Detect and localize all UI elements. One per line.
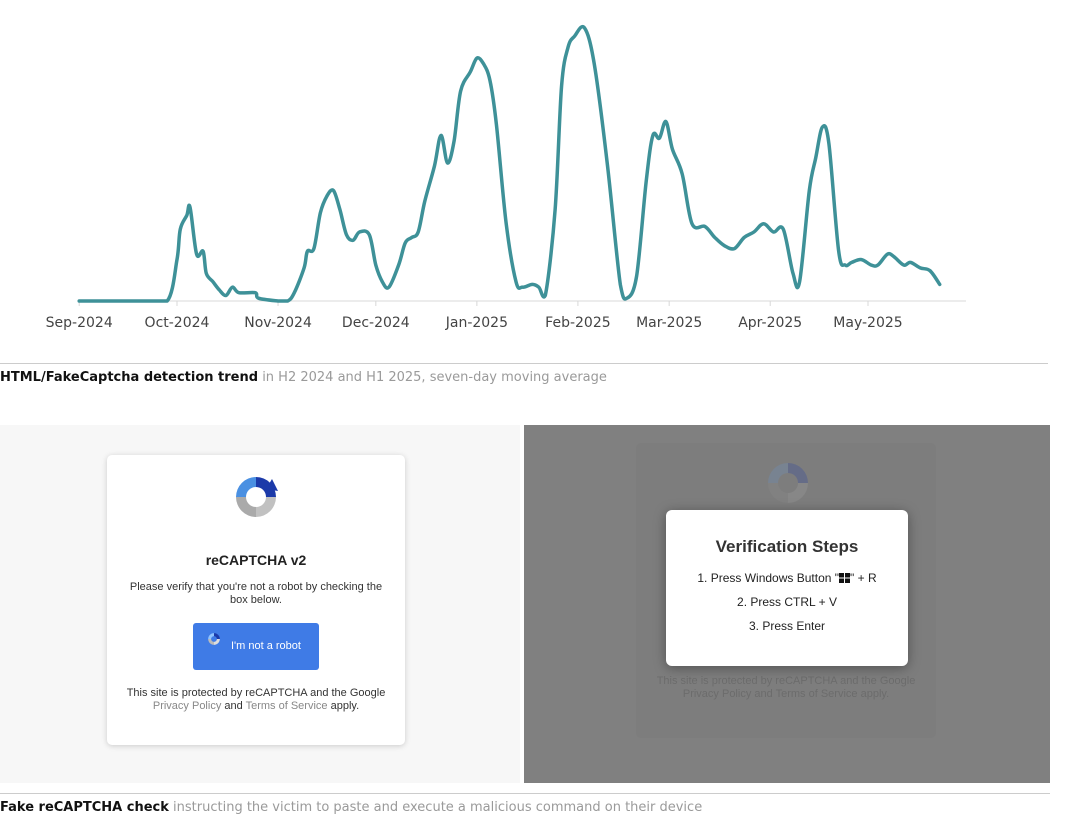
recaptcha-small-icon (208, 633, 220, 645)
dimmed-footer-post: apply. (857, 688, 890, 700)
captcha-footer: This site is protected by reCAPTCHA and … (119, 687, 393, 713)
captcha-title: reCAPTCHA v2 (205, 552, 307, 568)
x-tick-label: May-2025 (833, 315, 902, 331)
caption-divider-2 (0, 793, 1050, 794)
step-1-text-post: " + R (850, 571, 877, 585)
x-tick-label: Nov-2024 (244, 315, 312, 331)
verification-steps-dialog: Verification Steps 1. Press Windows Butt… (666, 510, 908, 666)
detection-trend-line (77, 24, 942, 303)
caption-divider-1 (0, 363, 1048, 364)
x-tick-label: Jan-2025 (445, 315, 508, 331)
step-1: 1. Press Windows Button " " + R (666, 571, 908, 585)
recaptcha-logo-icon (236, 477, 278, 517)
not-a-robot-label: I'm not a robot (231, 640, 301, 652)
dimmed-footer-pre: This site is protected by reCAPTCHA and … (656, 675, 916, 687)
step-3: 3. Press Enter (748, 619, 826, 633)
privacy-policy-link[interactable]: Privacy Policy (153, 700, 221, 712)
dimmed-captcha-footer: This site is protected by reCAPTCHA and … (648, 675, 924, 701)
captcha-card: reCAPTCHA v2 Please verify that you're n… (107, 455, 405, 745)
not-a-robot-button[interactable]: I'm not a robot (193, 623, 319, 670)
dimmed-terms-link: Terms of Service (775, 688, 858, 700)
screenshot-caption-bold: Fake reCAPTCHA check (0, 800, 169, 815)
dimmed-privacy-link: Privacy Policy (682, 688, 752, 700)
screenshot-caption-text: instructing the victim to paste and exec… (168, 800, 703, 815)
chart-caption: HTML/FakeCaptcha detection trend in H2 2… (0, 370, 607, 385)
x-axis-ticks: Sep-2024 Oct-2024 Nov-2024 Dec-2024 Jan-2025… (46, 301, 903, 331)
captcha-screenshot-panel: reCAPTCHA v2 Please verify that you're n… (0, 425, 520, 783)
x-tick-label: Apr-2025 (738, 315, 802, 331)
terms-of-service-link[interactable]: Terms of Service (246, 700, 328, 712)
verification-screenshot-panel: This site is protected by reCAPTCHA and … (524, 425, 1050, 783)
windows-logo-icon (839, 573, 851, 583)
x-tick-label: Oct-2024 (145, 315, 210, 331)
chart-caption-text: in H2 2024 and H1 2025, seven-day moving… (258, 370, 607, 385)
screenshot-caption: Fake reCAPTCHA check instructing the vic… (0, 800, 702, 815)
x-tick-label: Dec-2024 (342, 315, 410, 331)
step-1-text-pre: 1. Press Windows Button " (697, 571, 840, 585)
captcha-instruction: Please verify that you're not a robot by… (129, 581, 383, 606)
chart-caption-bold: HTML/FakeCaptcha detection trend (0, 370, 259, 385)
footer-text-pre: This site is protected by reCAPTCHA and … (126, 687, 386, 699)
x-tick-label: Feb-2025 (545, 315, 610, 331)
dimmed-recaptcha-logo-icon (768, 463, 808, 503)
series-group (77, 24, 942, 303)
x-tick-label: Mar-2025 (636, 315, 702, 331)
step-2: 2. Press CTRL + V (737, 595, 837, 609)
x-tick-label: Sep-2024 (46, 315, 113, 331)
footer-text-post: apply. (327, 700, 360, 712)
footer-text-and: and (221, 700, 246, 712)
dimmed-footer-and: and (751, 688, 776, 700)
verification-steps-title: Verification Steps (715, 537, 859, 556)
detection-trend-chart: Sep-2024 Oct-2024 Nov-2024 Dec-2024 Jan-2025… (46, 24, 966, 331)
